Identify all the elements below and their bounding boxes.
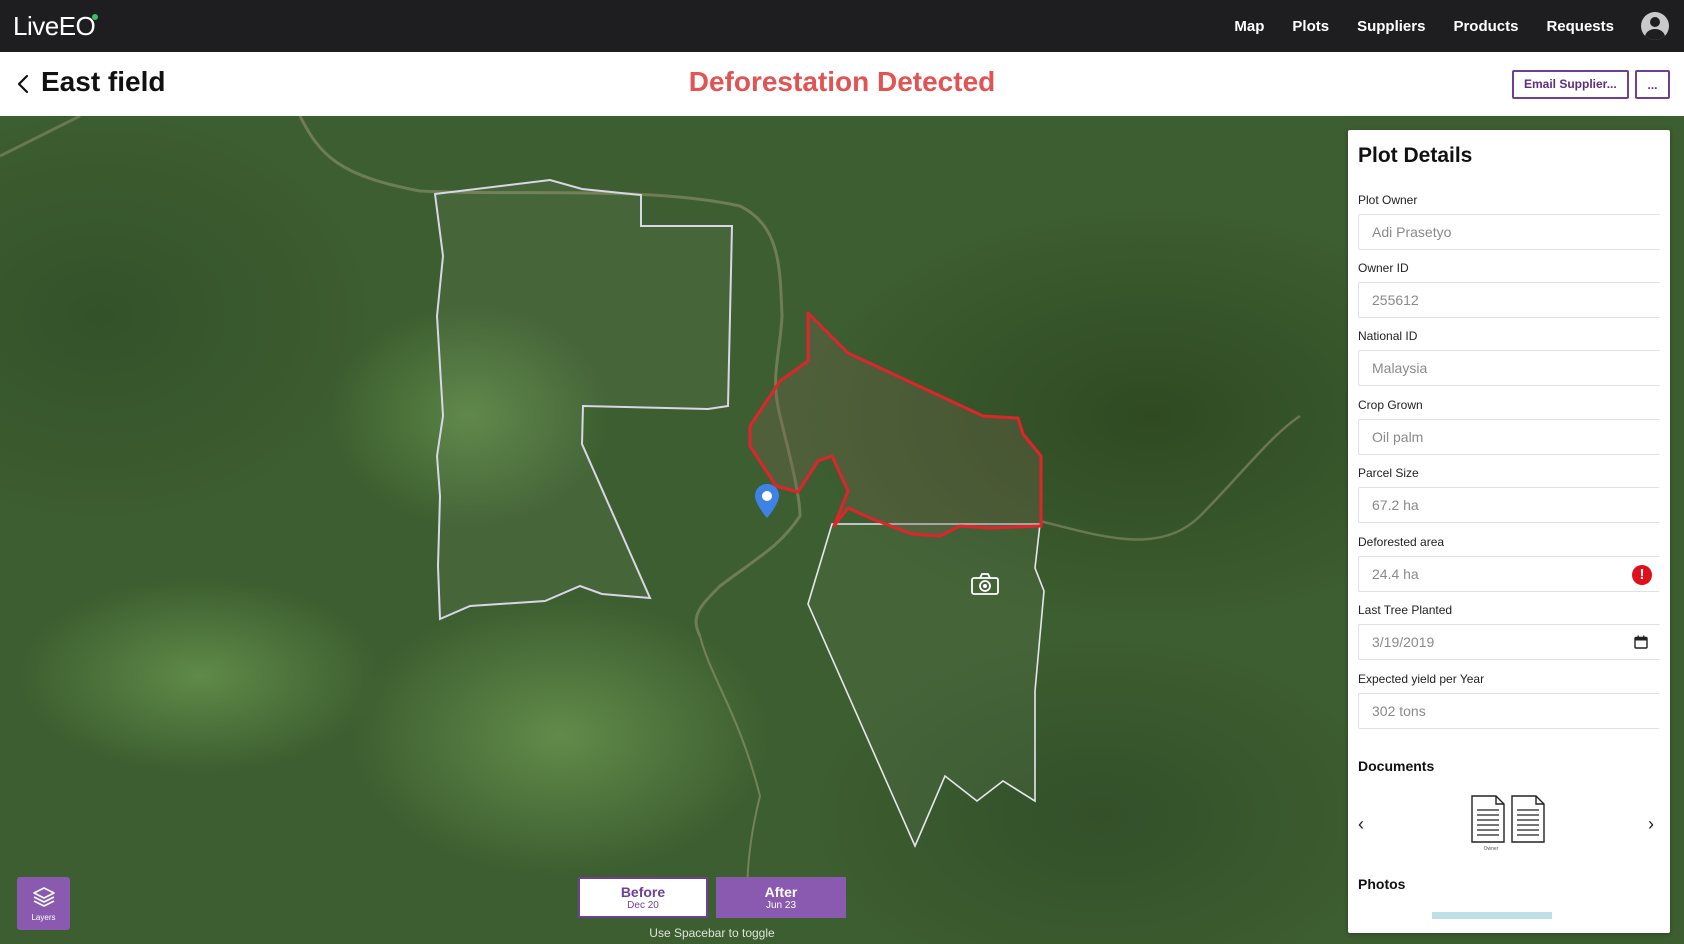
documents-heading: Documents bbox=[1358, 758, 1435, 774]
after-toggle-button[interactable]: After Jun 23 bbox=[716, 877, 846, 918]
road-east bbox=[1039, 414, 1301, 541]
deforested-area-label: Deforested area bbox=[1358, 535, 1445, 549]
after-label: After bbox=[764, 884, 798, 900]
page-title: East field bbox=[41, 66, 166, 97]
layers-label: Layers bbox=[31, 913, 56, 922]
deforestation-status: Deforestation Detected bbox=[688, 66, 996, 97]
nav-item-products[interactable]: Products bbox=[1453, 18, 1518, 35]
after-date: Jun 23 bbox=[765, 900, 797, 911]
last-tree-planted-value: 3/19/2019 bbox=[1372, 634, 1435, 650]
owner-id-label: Owner ID bbox=[1358, 261, 1409, 275]
deforested-area-field[interactable]: 24.4 ha ! bbox=[1358, 556, 1660, 592]
nav-item-requests[interactable]: Requests bbox=[1546, 18, 1614, 35]
calendar-icon[interactable] bbox=[1634, 635, 1648, 649]
plot-details-panel: Plot Details Plot Owner Adi Prasetyo Own… bbox=[1348, 130, 1670, 933]
owner-id-field[interactable]: 255612 bbox=[1358, 282, 1660, 318]
user-avatar-icon[interactable] bbox=[1641, 12, 1669, 40]
document-icon[interactable] bbox=[1510, 794, 1546, 844]
expected-yield-label: Expected yield per Year bbox=[1358, 672, 1485, 686]
plot-owner-label: Plot Owner bbox=[1358, 193, 1418, 207]
top-nav-bar: LiveEO Map Plots Suppliers Products Requ… bbox=[0, 0, 1684, 52]
parcel-size-label: Parcel Size bbox=[1358, 466, 1419, 480]
document-caption: Owner bbox=[1483, 846, 1499, 852]
national-id-field[interactable]: Malaysia bbox=[1358, 350, 1660, 386]
road-northwest bbox=[0, 116, 81, 158]
national-id-label: National ID bbox=[1358, 329, 1418, 343]
logo-accent-dot bbox=[92, 14, 98, 20]
nav-item-plots[interactable]: Plots bbox=[1292, 18, 1329, 35]
more-options-button[interactable]: ... bbox=[1635, 70, 1670, 99]
location-pin-icon[interactable] bbox=[752, 482, 782, 522]
back-arrow-icon[interactable] bbox=[12, 72, 36, 96]
photo-thumbnail-strip[interactable] bbox=[1432, 912, 1552, 919]
toggle-hint: Use Spacebar to toggle bbox=[649, 926, 775, 940]
panel-title: Plot Details bbox=[1358, 144, 1473, 167]
before-toggle-button[interactable]: Before Dec 20 bbox=[578, 877, 708, 918]
app-logo[interactable]: LiveEO bbox=[13, 11, 96, 42]
road-south bbox=[699, 635, 762, 917]
plot-outline-west[interactable] bbox=[433, 178, 734, 621]
parcel-size-field[interactable]: 67.2 ha bbox=[1358, 487, 1660, 523]
plot-outline-south[interactable] bbox=[807, 523, 1045, 849]
before-date: Dec 20 bbox=[627, 900, 659, 911]
documents-prev-icon[interactable]: ‹ bbox=[1358, 814, 1364, 835]
camera-icon[interactable] bbox=[970, 572, 1000, 596]
last-tree-planted-field[interactable]: 3/19/2019 bbox=[1358, 624, 1660, 660]
documents-next-icon[interactable]: › bbox=[1648, 814, 1654, 835]
main-nav: Map Plots Suppliers Products Requests bbox=[1234, 0, 1614, 52]
avatar-body bbox=[1645, 29, 1665, 40]
plot-owner-field[interactable]: Adi Prasetyo bbox=[1358, 214, 1660, 250]
avatar-head bbox=[1650, 17, 1660, 27]
nav-item-map[interactable]: Map bbox=[1234, 18, 1264, 35]
nav-item-suppliers[interactable]: Suppliers bbox=[1357, 18, 1425, 35]
crop-grown-label: Crop Grown bbox=[1358, 398, 1423, 412]
page-header: East field Deforestation Detected Email … bbox=[0, 52, 1684, 116]
last-tree-planted-label: Last Tree Planted bbox=[1358, 603, 1453, 617]
crop-grown-field[interactable]: Oil palm bbox=[1358, 419, 1660, 455]
layers-icon bbox=[32, 887, 55, 907]
before-label: Before bbox=[620, 884, 666, 900]
deforested-area-outline[interactable] bbox=[748, 311, 1043, 538]
email-supplier-button[interactable]: Email Supplier... bbox=[1512, 70, 1629, 99]
warning-icon: ! bbox=[1632, 565, 1652, 585]
deforested-area-value: 24.4 ha bbox=[1372, 566, 1419, 582]
expected-yield-field[interactable]: 302 tons bbox=[1358, 693, 1660, 729]
document-icon[interactable] bbox=[1470, 794, 1506, 844]
layers-button[interactable]: Layers bbox=[17, 877, 70, 930]
photos-heading: Photos bbox=[1358, 876, 1406, 892]
